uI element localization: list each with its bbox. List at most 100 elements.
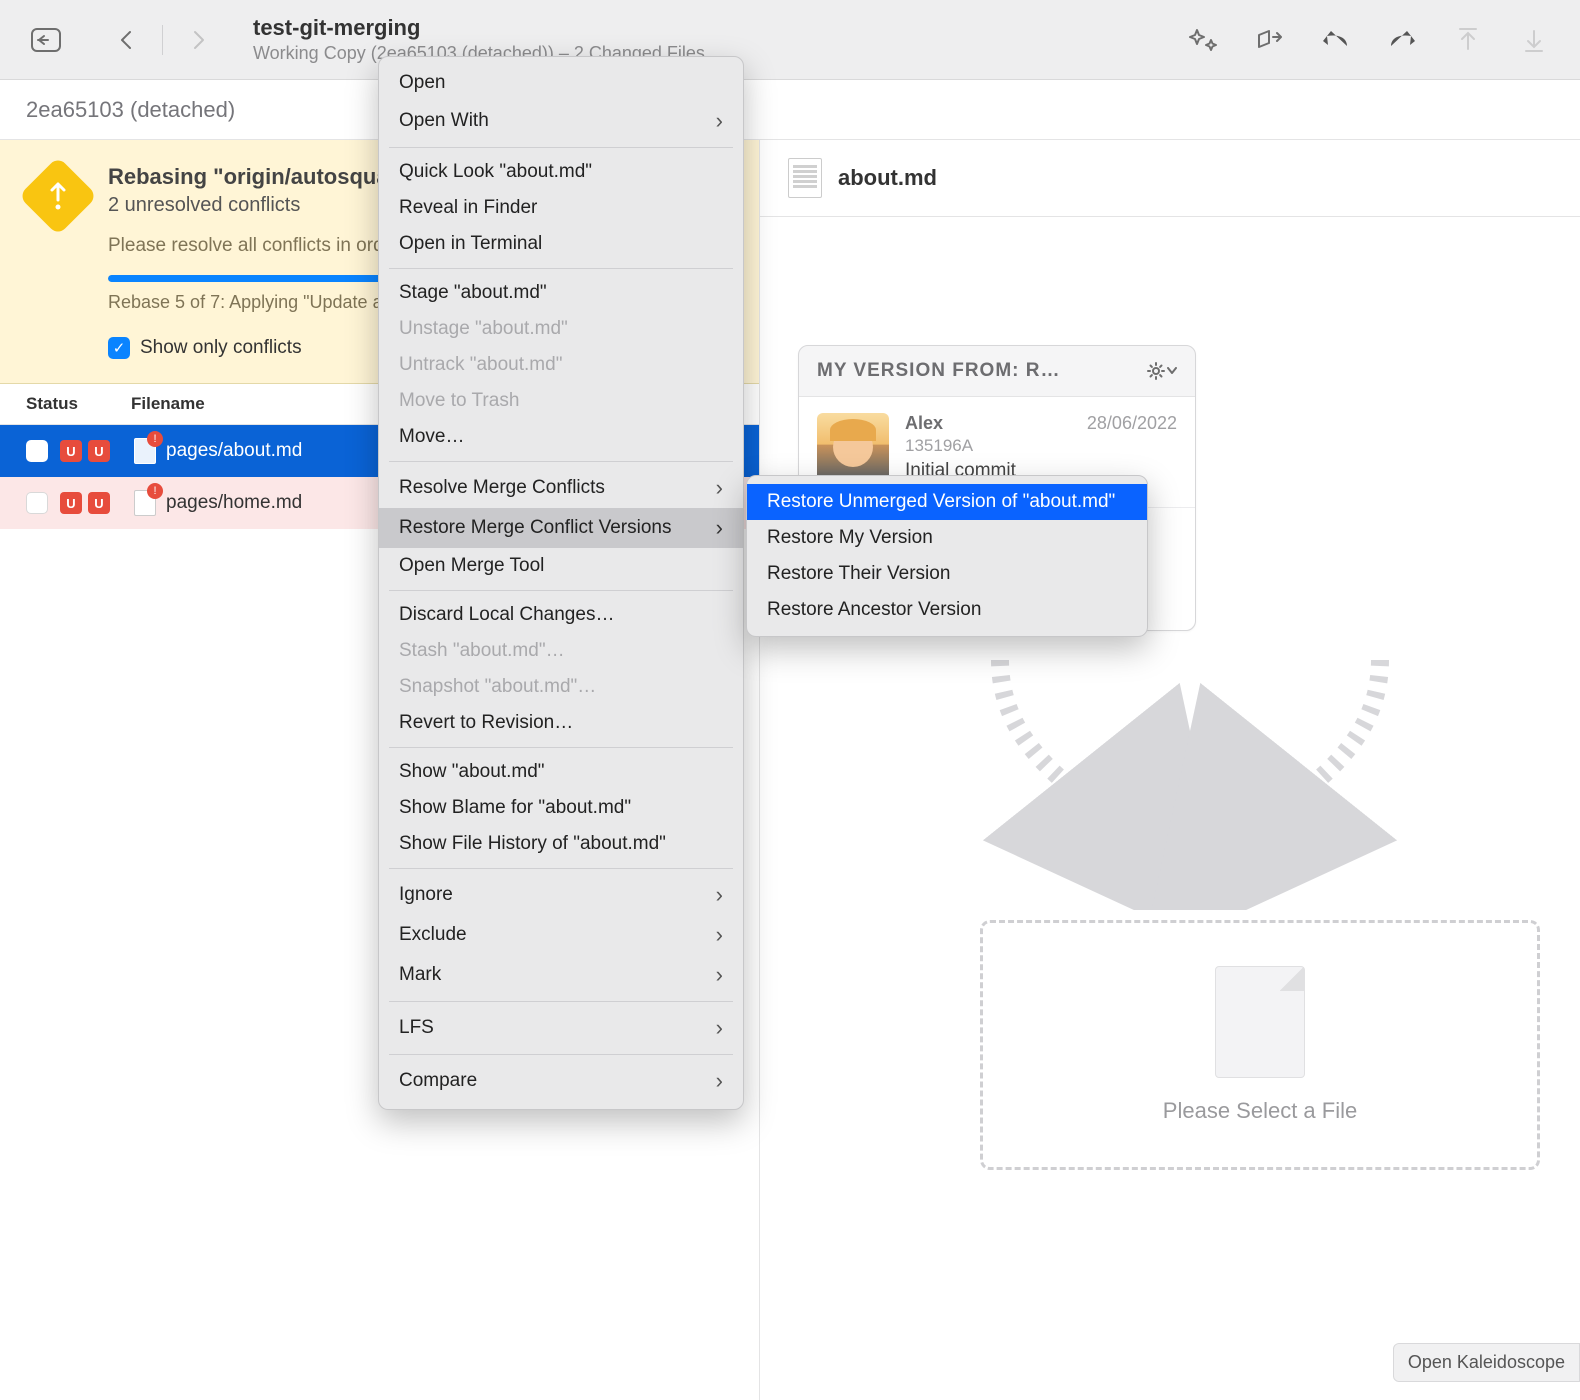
context-menu-label: Unstage "about.md"	[399, 318, 568, 340]
context-submenu-label: Restore My Version	[767, 527, 933, 549]
context-menu-item[interactable]: Revert to Revision…	[379, 705, 743, 741]
context-menu-item: Snapshot "about.md"…	[379, 669, 743, 705]
context-menu-item[interactable]: LFS ›	[379, 1008, 743, 1048]
context-menu-label: Resolve Merge Conflicts	[399, 477, 605, 499]
context-menu-label: Open Merge Tool	[399, 555, 544, 577]
context-menu-label: Mark	[399, 964, 441, 986]
context-menu-label: Untrack "about.md"	[399, 354, 562, 376]
context-menu-separator	[389, 1054, 733, 1055]
nav-forward-button[interactable]	[177, 18, 221, 62]
repo-title: test-git-merging	[253, 15, 705, 41]
context-submenu-item[interactable]: Restore My Version	[747, 520, 1147, 556]
commit-date: 28/06/2022	[1087, 413, 1177, 434]
context-menu-item[interactable]: Restore Merge Conflict Versions›	[379, 508, 743, 548]
status-badge: U	[60, 440, 82, 462]
context-menu-label: LFS	[399, 1017, 434, 1039]
show-only-label: Show only conflicts	[140, 337, 302, 359]
context-submenu-item[interactable]: Restore Their Version	[747, 556, 1147, 592]
context-menu-item[interactable]: Ignore ›	[379, 875, 743, 915]
file-detail-title: about.md	[838, 165, 937, 191]
share-out-icon[interactable]	[1248, 18, 1292, 62]
status-badge: U	[88, 492, 110, 514]
context-menu-label: Quick Look "about.md"	[399, 161, 592, 183]
context-menu-item[interactable]: Compare›	[379, 1061, 743, 1101]
breadcrumb-text: 2ea65103 (detached)	[26, 97, 235, 123]
undo-icon[interactable]	[1314, 18, 1358, 62]
context-submenu-item[interactable]: Restore Unmerged Version of "about.md"	[747, 484, 1147, 520]
status-badge: U	[88, 440, 110, 462]
context-menu-label: Open With	[399, 110, 489, 132]
context-menu-separator	[389, 747, 733, 748]
context-menu-label: Stash "about.md"…	[399, 640, 565, 662]
context-menu-item[interactable]: Reveal in Finder	[379, 190, 743, 226]
context-menu-separator	[389, 590, 733, 591]
open-kaleidoscope-button[interactable]: Open Kaleidoscope	[1393, 1343, 1580, 1382]
chevron-right-icon: ›	[716, 882, 723, 908]
context-menu-item[interactable]: Quick Look "about.md"	[379, 154, 743, 190]
context-menu-separator	[389, 268, 733, 269]
context-menu-item[interactable]: Resolve Merge Conflicts ›	[379, 468, 743, 508]
file-checkbox[interactable]	[26, 440, 48, 462]
chevron-right-icon: ›	[716, 475, 723, 501]
context-menu-item[interactable]: Open With ›	[379, 101, 743, 141]
context-menu-item[interactable]: Open in Terminal	[379, 226, 743, 262]
context-menu-item[interactable]: Show Blame for "about.md"	[379, 790, 743, 826]
context-menu-label: Open in Terminal	[399, 233, 542, 255]
context-submenu[interactable]: Restore Unmerged Version of "about.md" Re…	[746, 475, 1148, 637]
context-menu-label: Show "about.md"	[399, 761, 545, 783]
nav-back-button[interactable]	[104, 18, 148, 62]
context-menu-item[interactable]: Open	[379, 65, 743, 101]
sparkle-icon[interactable]	[1182, 18, 1226, 62]
toolbar-separator	[162, 25, 163, 55]
context-menu-label: Move to Trash	[399, 390, 519, 412]
sidebar-toggle-button[interactable]	[24, 18, 68, 62]
context-menu-item[interactable]: Mark ›	[379, 955, 743, 995]
context-submenu-label: Restore Ancestor Version	[767, 599, 981, 621]
context-submenu-item[interactable]: Restore Ancestor Version	[747, 592, 1147, 628]
file-icon	[134, 490, 156, 516]
gear-icon[interactable]	[1147, 362, 1177, 380]
context-menu-item[interactable]: Move…	[379, 419, 743, 455]
context-menu-item: Untrack "about.md"	[379, 347, 743, 383]
col-status[interactable]: Status	[26, 394, 131, 414]
commit-hash: 135196A	[905, 436, 1177, 456]
toolbar: test-git-merging Working Copy (2ea65103 …	[0, 0, 1580, 80]
context-menu-label: Revert to Revision…	[399, 712, 573, 734]
document-icon	[788, 158, 822, 198]
chevron-right-icon: ›	[716, 922, 723, 948]
context-menu-label: Discard Local Changes…	[399, 604, 614, 626]
chevron-right-icon: ›	[716, 515, 723, 541]
context-menu-item[interactable]: Open Merge Tool	[379, 548, 743, 584]
checkbox-checked-icon: ✓	[108, 337, 130, 359]
context-menu-label: Ignore	[399, 884, 453, 906]
pull-down-icon[interactable]	[1512, 18, 1556, 62]
file-dropzone[interactable]: Please Select a File	[980, 920, 1540, 1170]
context-menu-item[interactable]: Show File History of "about.md"	[379, 826, 743, 862]
context-menu-item[interactable]: Exclude ›	[379, 915, 743, 955]
context-menu-separator	[389, 147, 733, 148]
context-menu-item[interactable]: Discard Local Changes…	[379, 597, 743, 633]
status-badge: U	[60, 492, 82, 514]
chevron-right-icon: ›	[716, 962, 723, 988]
context-menu-item[interactable]: Stage "about.md"	[379, 275, 743, 311]
redo-icon[interactable]	[1380, 18, 1424, 62]
context-menu-item[interactable]: Show "about.md"	[379, 754, 743, 790]
push-up-icon[interactable]	[1446, 18, 1490, 62]
context-menu-label: Show File History of "about.md"	[399, 833, 666, 855]
context-menu-label: Move…	[399, 426, 464, 448]
file-checkbox[interactable]	[26, 492, 48, 514]
context-menu-label: Stage "about.md"	[399, 282, 547, 304]
context-menu-separator	[389, 1001, 733, 1002]
right-panel: about.md MY VERSION from: r… Alex 28/06/…	[760, 140, 1580, 1400]
context-menu[interactable]: Open Open With › Quick Look "about.md" Revea…	[378, 56, 744, 1110]
context-menu-item: Stash "about.md"…	[379, 633, 743, 669]
breadcrumb: 2ea65103 (detached)	[0, 80, 1580, 140]
context-menu-label: Snapshot "about.md"…	[399, 676, 596, 698]
chevron-right-icon: ›	[716, 1015, 723, 1041]
context-menu-label: Compare	[399, 1070, 477, 1092]
chevron-right-icon: ›	[716, 108, 723, 134]
context-menu-label: Exclude	[399, 924, 467, 946]
context-menu-label: Show Blame for "about.md"	[399, 797, 631, 819]
context-menu-label: Open	[399, 72, 445, 94]
commit-author: Alex	[905, 413, 943, 434]
